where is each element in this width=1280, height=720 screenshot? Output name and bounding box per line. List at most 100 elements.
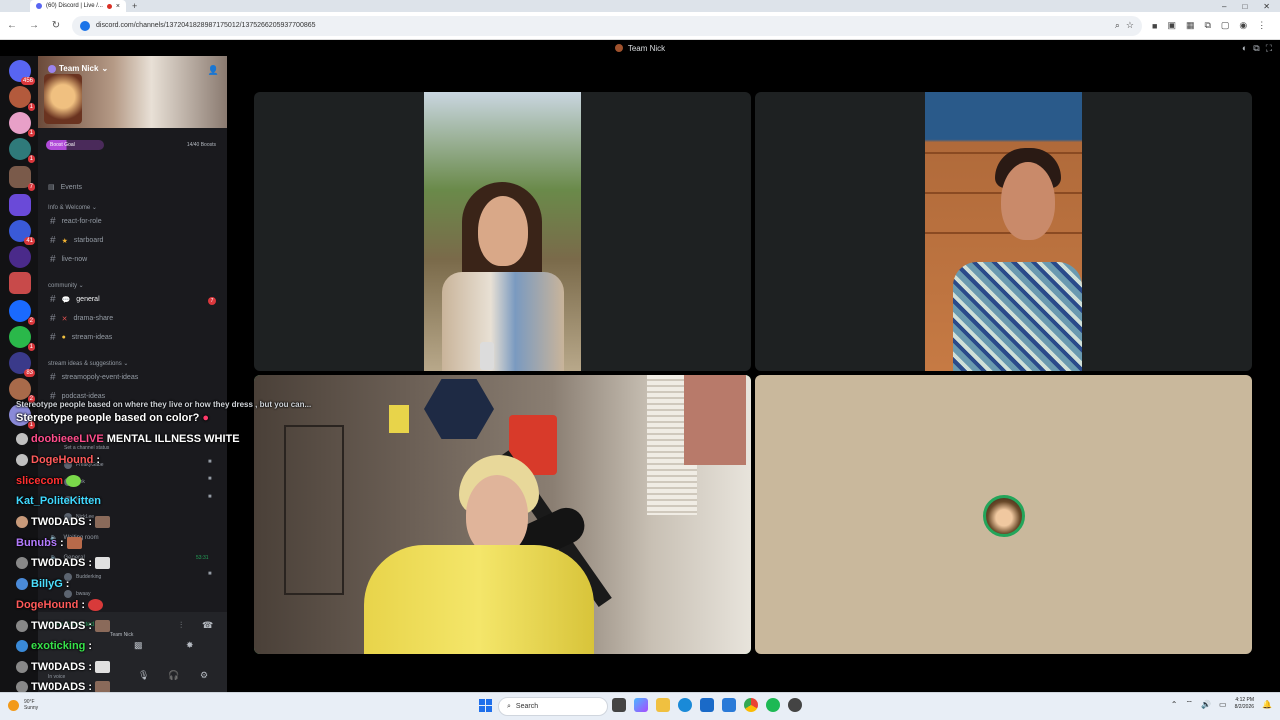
chevron-up-icon[interactable]: ⌃ bbox=[1171, 700, 1178, 709]
edge-browser-icon[interactable] bbox=[678, 698, 692, 712]
category-stream-ideas-suggestions[interactable]: stream ideas & suggestions ⌄ bbox=[48, 360, 128, 367]
invite-people-icon[interactable]: 👤 bbox=[208, 65, 219, 76]
back-button[interactable]: ← bbox=[6, 20, 18, 31]
chat-username: DogeHound bbox=[31, 454, 94, 466]
windows-start-button[interactable] bbox=[479, 699, 492, 712]
video-tile-participant-1[interactable] bbox=[254, 92, 751, 371]
network-icon[interactable]: ⌔ bbox=[1186, 699, 1194, 709]
chat-username: exoticking bbox=[31, 640, 86, 652]
browser-menu-icon[interactable]: ⋮ bbox=[1257, 20, 1266, 31]
server-icon-12[interactable]: 2 bbox=[9, 378, 35, 403]
windows-logo-tile bbox=[486, 699, 492, 705]
title-bar-actions: ◐ ⧉ ⛶ bbox=[1242, 43, 1272, 54]
chat-emote bbox=[95, 620, 111, 632]
volume-icon[interactable]: 🔊 bbox=[1201, 700, 1211, 709]
video-tile-participant-2[interactable] bbox=[755, 92, 1252, 371]
profile-icon[interactable]: ◉ bbox=[1239, 20, 1247, 31]
copilot-icon[interactable] bbox=[634, 698, 648, 712]
channel-react-for-role[interactable]: # react-for-role bbox=[50, 216, 102, 227]
weather-widget[interactable]: 90°F Sunny bbox=[8, 699, 38, 711]
task-view-icon[interactable] bbox=[612, 698, 626, 712]
server-icon-7[interactable] bbox=[9, 246, 31, 268]
recording-indicator-icon bbox=[106, 3, 112, 9]
store-icon[interactable] bbox=[700, 698, 714, 712]
taskbar-search[interactable]: ⌕ Search bbox=[498, 697, 608, 716]
chat-username: BillyG bbox=[31, 578, 63, 590]
extensions-puzzle-icon[interactable]: ⧉ bbox=[1204, 20, 1210, 31]
app-icon[interactable] bbox=[788, 698, 802, 712]
category-info-welcome[interactable]: Info & Welcome ⌄ bbox=[48, 204, 97, 211]
hash-icon: # bbox=[50, 235, 56, 246]
channel-streamopoly-event-ideas[interactable]: # streamopoly-event-ideas bbox=[50, 372, 138, 383]
guild-badge: 41 bbox=[24, 237, 35, 245]
server-name-header[interactable]: Team Nick ⌄ bbox=[48, 64, 108, 73]
video-tile-participant-4[interactable] bbox=[755, 375, 1252, 654]
zoom-icon[interactable]: ⌕ bbox=[1115, 20, 1120, 31]
channel-live-now[interactable]: # live-now bbox=[50, 254, 87, 265]
split-view-icon[interactable]: ▢ bbox=[1221, 20, 1230, 31]
chat-colon: : bbox=[96, 454, 100, 466]
boost-goal[interactable]: Boost Goal 14/40 Boosts bbox=[46, 139, 216, 151]
channel-general[interactable]: # 💬 general bbox=[50, 294, 100, 305]
server-icon-8[interactable] bbox=[9, 272, 31, 294]
channel-label: react-for-role bbox=[61, 218, 102, 225]
server-icon-5[interactable] bbox=[9, 194, 31, 216]
minimize-button[interactable]: – bbox=[1222, 2, 1226, 11]
server-icon-2[interactable]: 1 bbox=[9, 112, 35, 137]
guild-badge: 1 bbox=[27, 155, 35, 163]
server-icon-1[interactable]: 1 bbox=[9, 86, 35, 111]
chat-colon: : bbox=[88, 557, 93, 569]
extension-icon-2[interactable]: ▣ bbox=[1167, 20, 1176, 31]
battery-icon[interactable]: ▭ bbox=[1219, 700, 1227, 709]
direct-messages-icon[interactable]: 456 bbox=[9, 60, 35, 85]
chat-message: TW0DADS: bbox=[16, 661, 111, 673]
weather-desc: Sunny bbox=[24, 705, 39, 711]
bookmark-star-icon[interactable]: ☆ bbox=[1126, 20, 1134, 31]
popout-icon[interactable]: ⧉ bbox=[1253, 43, 1259, 54]
server-icon-6[interactable]: 41 bbox=[9, 220, 35, 245]
windows-logo-tile bbox=[486, 706, 492, 712]
new-tab-button[interactable]: + bbox=[132, 1, 137, 11]
system-clock[interactable]: 4:12 PM 8/2/2026 bbox=[1235, 697, 1254, 711]
address-bar[interactable]: discord.com/channels/1372041828987175012… bbox=[72, 15, 1142, 36]
outlook-icon[interactable] bbox=[722, 698, 736, 712]
channel-stream-ideas[interactable]: # ● stream-ideas bbox=[50, 332, 112, 343]
extension-icon[interactable]: ■ bbox=[1152, 21, 1157, 31]
video-tile-participant-3[interactable] bbox=[254, 375, 751, 654]
reload-button[interactable]: ↻ bbox=[50, 20, 62, 31]
channel-starboard[interactable]: # ★ starboard bbox=[50, 235, 103, 246]
server-icon-team-nick[interactable]: 7 bbox=[9, 166, 35, 191]
forward-button[interactable]: → bbox=[28, 20, 40, 31]
extension-icon-3[interactable]: ▦ bbox=[1186, 20, 1195, 31]
maximize-button[interactable]: □ bbox=[1242, 2, 1247, 11]
spotify-icon[interactable] bbox=[766, 698, 780, 712]
chat-message: exoticking: bbox=[16, 640, 92, 652]
guild-badge: 1 bbox=[27, 343, 35, 351]
hash-icon: # bbox=[50, 372, 56, 383]
fullscreen-icon[interactable]: ⛶ bbox=[1266, 43, 1272, 54]
sun-icon bbox=[8, 699, 19, 711]
chrome-icon[interactable] bbox=[744, 698, 758, 712]
chat-message: BillyG: bbox=[16, 578, 69, 590]
channel-drama-share[interactable]: # ✕ drama-share bbox=[50, 313, 113, 324]
server-icon-11[interactable]: 83 bbox=[9, 352, 35, 377]
unread-badge: 7 bbox=[208, 297, 216, 305]
events-item[interactable]: ▤ Events bbox=[48, 183, 82, 192]
browser-tab-discord[interactable]: (60) Discord | Live /... × bbox=[30, 0, 126, 12]
category-community[interactable]: community ⌄ bbox=[48, 282, 84, 289]
server-icon-10[interactable]: 1 bbox=[9, 326, 35, 351]
star-icon: ★ bbox=[61, 237, 68, 245]
activity-icon[interactable]: ◐ bbox=[1242, 43, 1247, 54]
site-info-icon[interactable] bbox=[80, 20, 90, 31]
chat-username: DogeHound bbox=[16, 599, 79, 611]
notifications-icon[interactable]: 🔔 bbox=[1262, 700, 1272, 709]
chat-user-badge bbox=[16, 516, 28, 528]
close-tab-icon[interactable]: × bbox=[116, 3, 120, 10]
windows-taskbar: 90°F Sunny ⌕ Search ⌃ ⌔ 🔊 ▭ 4:12 PM 8/2/… bbox=[0, 692, 1280, 720]
file-explorer-icon[interactable] bbox=[656, 698, 670, 712]
channel-label: general bbox=[76, 296, 100, 303]
server-icon-9[interactable]: 2 bbox=[9, 300, 35, 325]
close-window-button[interactable]: ✕ bbox=[1263, 2, 1270, 11]
server-icon-3[interactable]: 1 bbox=[9, 138, 35, 163]
chat-username: Kat_PoliteKitten bbox=[16, 495, 101, 507]
